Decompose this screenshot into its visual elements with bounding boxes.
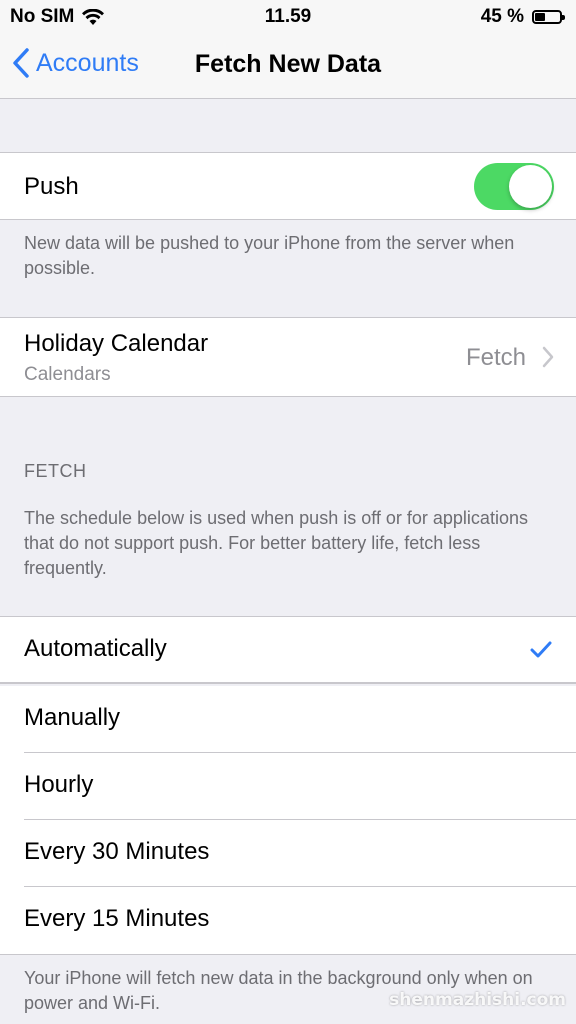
push-toggle[interactable] — [474, 163, 554, 210]
status-bar: No SIM 11.59 45 % — [0, 0, 576, 34]
fetch-option-automatically[interactable]: Automatically — [0, 616, 576, 684]
toggle-knob — [509, 165, 552, 208]
status-right: 45 % — [480, 6, 565, 28]
battery-percent: 45 % — [480, 6, 524, 27]
page-title: Fetch New Data — [194, 50, 382, 78]
option-label: Hourly — [24, 771, 94, 798]
battery-level-fill — [535, 13, 545, 21]
account-title: Holiday Calendar — [24, 330, 209, 357]
push-label: Push — [24, 173, 79, 200]
fetch-description: The schedule below is used when push is … — [24, 508, 528, 578]
fetch-section-header: FETCH — [24, 461, 87, 481]
option-label: Every 15 Minutes — [24, 905, 210, 932]
fetch-option-every-30-minutes[interactable]: Every 30 Minutes — [0, 820, 576, 887]
fetch-option-every-15-minutes[interactable]: Every 15 Minutes — [0, 887, 576, 955]
option-label: Automatically — [24, 635, 167, 662]
push-footer: New data will be pushed to your iPhone f… — [24, 233, 515, 278]
push-row: Push — [0, 152, 576, 220]
account-fetch-value: Fetch — [465, 344, 526, 371]
watermark: shenmazhishi.com — [389, 990, 566, 1010]
chevron-right-icon — [542, 346, 554, 368]
account-subtitle: Calendars — [24, 364, 111, 385]
fetch-option-manually[interactable]: Manually — [0, 686, 576, 753]
option-label: Every 30 Minutes — [24, 838, 210, 865]
account-row[interactable]: Holiday Calendar Calendars Fetch — [0, 317, 576, 397]
checkmark-icon — [530, 641, 552, 658]
option-label: Manually — [24, 704, 121, 731]
battery-icon — [532, 10, 565, 24]
navigation-bar: Accounts Fetch New Data — [0, 34, 576, 99]
fetch-option-hourly[interactable]: Hourly — [0, 753, 576, 820]
